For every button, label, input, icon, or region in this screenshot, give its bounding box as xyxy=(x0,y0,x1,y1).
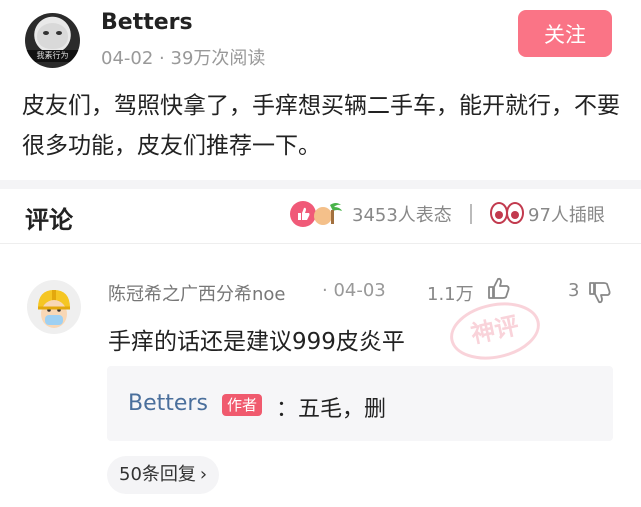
follow-button[interactable]: 关注 xyxy=(518,10,612,57)
post-meta: 04-02 · 39万次阅读 xyxy=(101,44,265,70)
watcher-count: 97人插眼 xyxy=(528,205,605,226)
top-comment-stamp: 神评 xyxy=(450,302,540,360)
avatar-face xyxy=(37,23,68,49)
reaction-count: 3453人表态 xyxy=(352,205,452,226)
divider xyxy=(0,243,641,244)
post-body: 皮友们，驾照快拿了，手痒想买辆二手车，能开就行，不要很多功能，皮友们推荐一下。 xyxy=(22,93,620,159)
author-name[interactable]: Betters xyxy=(101,10,193,35)
author-badge: 作者 xyxy=(222,394,263,416)
post-date: 04-02 xyxy=(101,48,154,69)
view-count: 39万次阅读 xyxy=(170,48,266,69)
commenter-name[interactable]: 陈冠希之广西分希noe xyxy=(108,280,286,306)
thumbs-down-icon[interactable] xyxy=(587,279,613,305)
reply-text: ：五毛，删 xyxy=(276,397,387,422)
eyes-icon[interactable] xyxy=(490,201,524,225)
helmet-avatar-icon xyxy=(38,290,70,328)
reply-author[interactable]: Betters xyxy=(128,391,208,416)
dislike-count: 3 xyxy=(568,280,580,301)
header-divider xyxy=(470,204,472,224)
more-replies-label: 50条回复 xyxy=(119,464,196,485)
more-replies-button[interactable]: 50条回复 › xyxy=(107,456,220,494)
avatar-eye-right xyxy=(56,31,62,35)
chevron-right-icon: › xyxy=(199,464,208,485)
palm-reaction-icon xyxy=(314,203,342,225)
stamp-text: 神评 xyxy=(468,311,521,348)
avatar-strip-text: 我素行为 xyxy=(36,51,69,60)
author-avatar[interactable]: 我素行为 xyxy=(25,13,80,68)
comment-date: · 04-03 xyxy=(322,280,386,301)
comment-text: 手痒的话还是建议999皮炎平 xyxy=(108,329,405,355)
section-gap xyxy=(0,180,641,189)
reaction-icons[interactable] xyxy=(290,201,348,227)
meta-separator: · xyxy=(159,48,165,69)
commenter-avatar[interactable] xyxy=(27,280,81,334)
comments-title: 评论 xyxy=(25,206,73,234)
avatar-eye-left xyxy=(43,31,49,35)
